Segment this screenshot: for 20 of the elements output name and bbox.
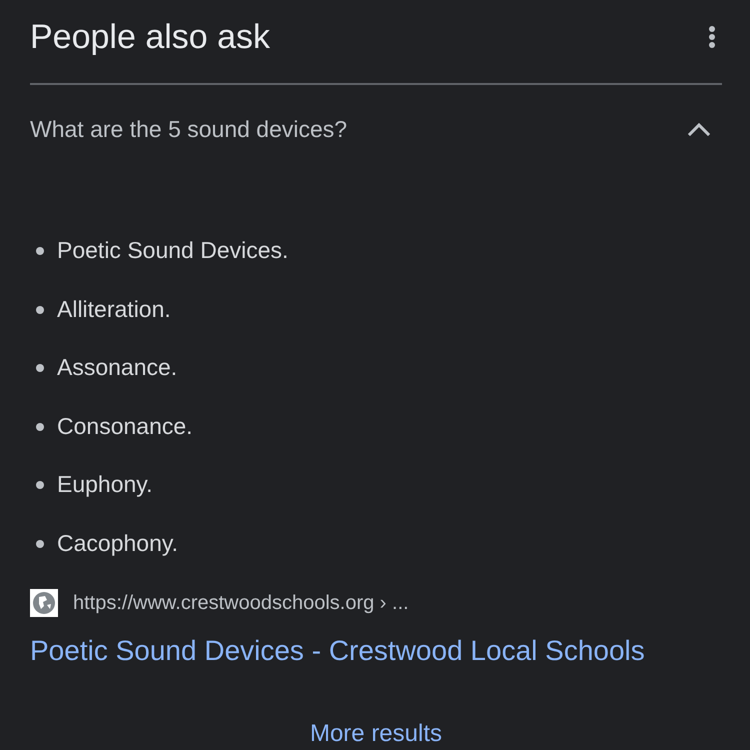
list-item-text: Euphony. (57, 470, 152, 500)
source-url: https://www.crestwoodschools.org › ... (73, 591, 409, 616)
list-item-text: Assonance. (57, 353, 178, 382)
list-item-text: Alliteration. (57, 294, 171, 324)
bullet-icon (36, 481, 44, 490)
list-item-text: Consonance. (57, 412, 193, 441)
bullet-icon (36, 364, 44, 372)
bullet-icon (36, 540, 44, 548)
chevron-icon (688, 122, 710, 136)
bullet-icon (36, 247, 44, 256)
bullet-icon (36, 422, 44, 431)
list-item-text: Cacophony. (57, 528, 178, 558)
result-link[interactable]: Poetic Sound Devices - Crestwood Local Schools (30, 633, 645, 669)
menu-icon[interactable] (708, 25, 716, 49)
section-title: People also ask (30, 17, 270, 58)
question-toggle[interactable]: What are the 5 sound devices? (30, 85, 722, 173)
more-results-button[interactable]: More results (310, 719, 442, 749)
bullet-icon (36, 306, 44, 314)
globe-icon (30, 589, 58, 617)
list-item-text: Poetic Sound Devices. (57, 236, 288, 266)
